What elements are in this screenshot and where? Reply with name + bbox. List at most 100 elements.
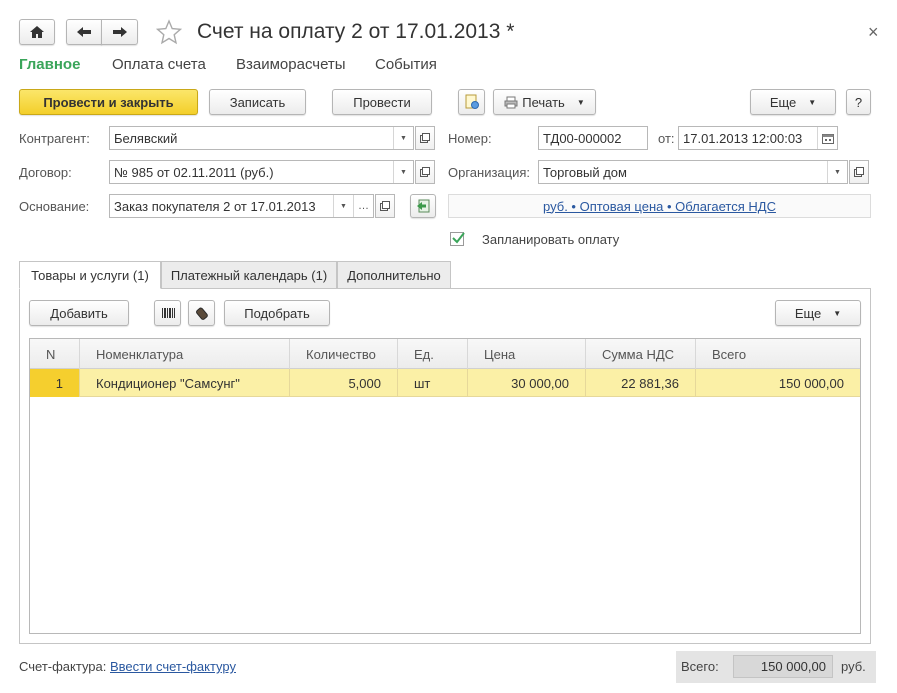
cell-vat: 22 881,36 — [586, 369, 696, 397]
number-label: Номер: — [448, 131, 492, 146]
table-more-button[interactable]: Еще ▼ — [775, 300, 861, 326]
date-value: 17.01.2013 12:00:03 — [683, 130, 803, 146]
column-header-n[interactable]: N — [30, 339, 80, 369]
favorite-star-icon[interactable] — [155, 19, 183, 45]
open-window-icon — [420, 167, 430, 177]
organization-open-button[interactable] — [849, 160, 869, 184]
enter-invoice-link[interactable]: Ввести счет-фактуру — [110, 659, 236, 674]
chevron-down-icon: ▼ — [833, 308, 842, 318]
table-row[interactable]: 1 Кондиционер "Самсунг" 5,000 шт 30 000,… — [30, 369, 860, 397]
basis-label: Основание: — [19, 199, 90, 214]
window-title: Счет на оплату 2 от 17.01.2013 * — [197, 20, 515, 43]
table-header: N Номенклатура Количество Ед. Цена Сумма… — [30, 339, 860, 369]
nav-settlements[interactable]: Взаиморасчеты — [236, 56, 346, 73]
items-table[interactable]: N Номенклатура Количество Ед. Цена Сумма… — [29, 338, 861, 634]
number-value: ТД00-000002 — [543, 130, 622, 146]
scanner-icon — [195, 307, 208, 320]
counterparty-label: Контрагент: — [19, 131, 90, 146]
more-button-label: Еще — [769, 94, 797, 110]
help-button[interactable]: ? — [846, 89, 871, 115]
price-info-panel: руб. • Оптовая цена • Облагается НДС — [448, 194, 871, 218]
chevron-down-icon: ▼ — [576, 97, 585, 107]
cell-unit: шт — [398, 369, 468, 397]
plan-payment-label: Запланировать оплату — [482, 232, 620, 247]
number-field[interactable]: ТД00-000002 — [538, 126, 648, 150]
more-button[interactable]: Еще ▼ — [750, 89, 836, 115]
document-structure-icon — [465, 94, 479, 109]
column-header-vat[interactable]: Сумма НДС — [586, 339, 696, 369]
arrow-left-icon — [77, 27, 91, 37]
date-label: от: — [658, 131, 675, 146]
organization-label: Организация: — [448, 165, 531, 180]
barcode-icon — [161, 308, 175, 318]
contract-value: № 985 от 02.11.2011 (руб.) — [114, 164, 274, 180]
open-window-icon — [854, 167, 864, 177]
contract-open-button[interactable] — [415, 160, 435, 184]
contract-label: Договор: — [19, 165, 72, 180]
chevron-down-icon[interactable]: ▼ — [333, 195, 353, 217]
fill-arrow-icon — [417, 199, 430, 213]
print-button-label: Печать — [522, 94, 565, 110]
basis-value: Заказ покупателя 2 от 17.01.2013 — [114, 198, 316, 214]
related-documents-button[interactable] — [458, 89, 485, 115]
column-header-total[interactable]: Всего — [696, 339, 860, 369]
chevron-down-icon[interactable]: ▼ — [393, 127, 413, 149]
data-collection-button[interactable] — [188, 300, 215, 326]
open-window-icon — [420, 133, 430, 143]
contract-field[interactable]: № 985 от 02.11.2011 (руб.) ▼ — [109, 160, 414, 184]
pick-button[interactable]: Подобрать — [224, 300, 330, 326]
forward-button[interactable] — [101, 19, 138, 45]
barcode-button[interactable] — [154, 300, 181, 326]
home-button[interactable] — [19, 19, 55, 45]
fill-from-basis-button[interactable] — [410, 194, 436, 218]
cell-price: 30 000,00 — [468, 369, 586, 397]
add-row-button[interactable]: Добавить — [29, 300, 129, 326]
nav-events[interactable]: События — [375, 56, 437, 73]
printer-icon — [504, 96, 518, 108]
cell-quantity: 5,000 — [290, 369, 398, 397]
organization-value: Торговый дом — [543, 164, 627, 180]
post-button[interactable]: Провести — [332, 89, 432, 115]
cell-item: Кондиционер "Самсунг" — [80, 369, 290, 397]
chevron-down-icon[interactable]: ▼ — [827, 161, 847, 183]
cell-n: 1 — [30, 369, 80, 397]
organization-field[interactable]: Торговый дом ▼ — [538, 160, 848, 184]
invoice-label: Счет-фактура: — [19, 659, 107, 674]
tab-goods-services[interactable]: Товары и услуги (1) — [19, 261, 161, 289]
total-value: 150 000,00 — [760, 659, 826, 674]
plan-payment-checkbox[interactable] — [450, 232, 465, 246]
print-button[interactable]: Печать ▼ — [493, 89, 596, 115]
price-info-link[interactable]: руб. • Оптовая цена • Облагается НДС — [543, 199, 776, 214]
calendar-icon[interactable] — [817, 127, 837, 149]
counterparty-field[interactable]: Белявский ▼ — [109, 126, 414, 150]
chevron-down-icon[interactable]: ▼ — [393, 161, 413, 183]
basis-field[interactable]: Заказ покупателя 2 от 17.01.2013 ▼ … — [109, 194, 374, 218]
total-value-field: 150 000,00 — [733, 655, 833, 678]
column-header-quantity[interactable]: Количество — [290, 339, 398, 369]
column-header-item[interactable]: Номенклатура — [80, 339, 290, 369]
basis-open-button[interactable] — [375, 194, 395, 218]
chevron-down-icon: ▼ — [808, 97, 817, 107]
open-window-icon — [380, 201, 390, 211]
counterparty-value: Белявский — [114, 130, 178, 146]
ellipsis-icon[interactable]: … — [353, 195, 373, 217]
back-button[interactable] — [66, 19, 102, 45]
close-icon[interactable]: × — [868, 22, 879, 43]
currency-label: руб. — [841, 659, 866, 674]
home-icon — [30, 26, 44, 38]
counterparty-open-button[interactable] — [415, 126, 435, 150]
nav-payment[interactable]: Оплата счета — [112, 56, 206, 73]
date-field[interactable]: 17.01.2013 12:00:03 — [678, 126, 838, 150]
tab-additional[interactable]: Дополнительно — [337, 261, 451, 289]
nav-main[interactable]: Главное — [19, 56, 80, 73]
table-more-label: Еще — [794, 305, 822, 321]
cell-total: 150 000,00 — [778, 375, 844, 391]
total-label: Всего: — [681, 659, 719, 674]
save-button[interactable]: Записать — [209, 89, 306, 115]
tab-payment-calendar[interactable]: Платежный календарь (1) — [161, 261, 337, 289]
column-header-unit[interactable]: Ед. — [398, 339, 468, 369]
column-header-price[interactable]: Цена — [468, 339, 586, 369]
checkmark-icon — [452, 232, 465, 244]
arrow-right-icon — [112, 27, 127, 37]
post-and-close-button[interactable]: Провести и закрыть — [19, 89, 198, 115]
